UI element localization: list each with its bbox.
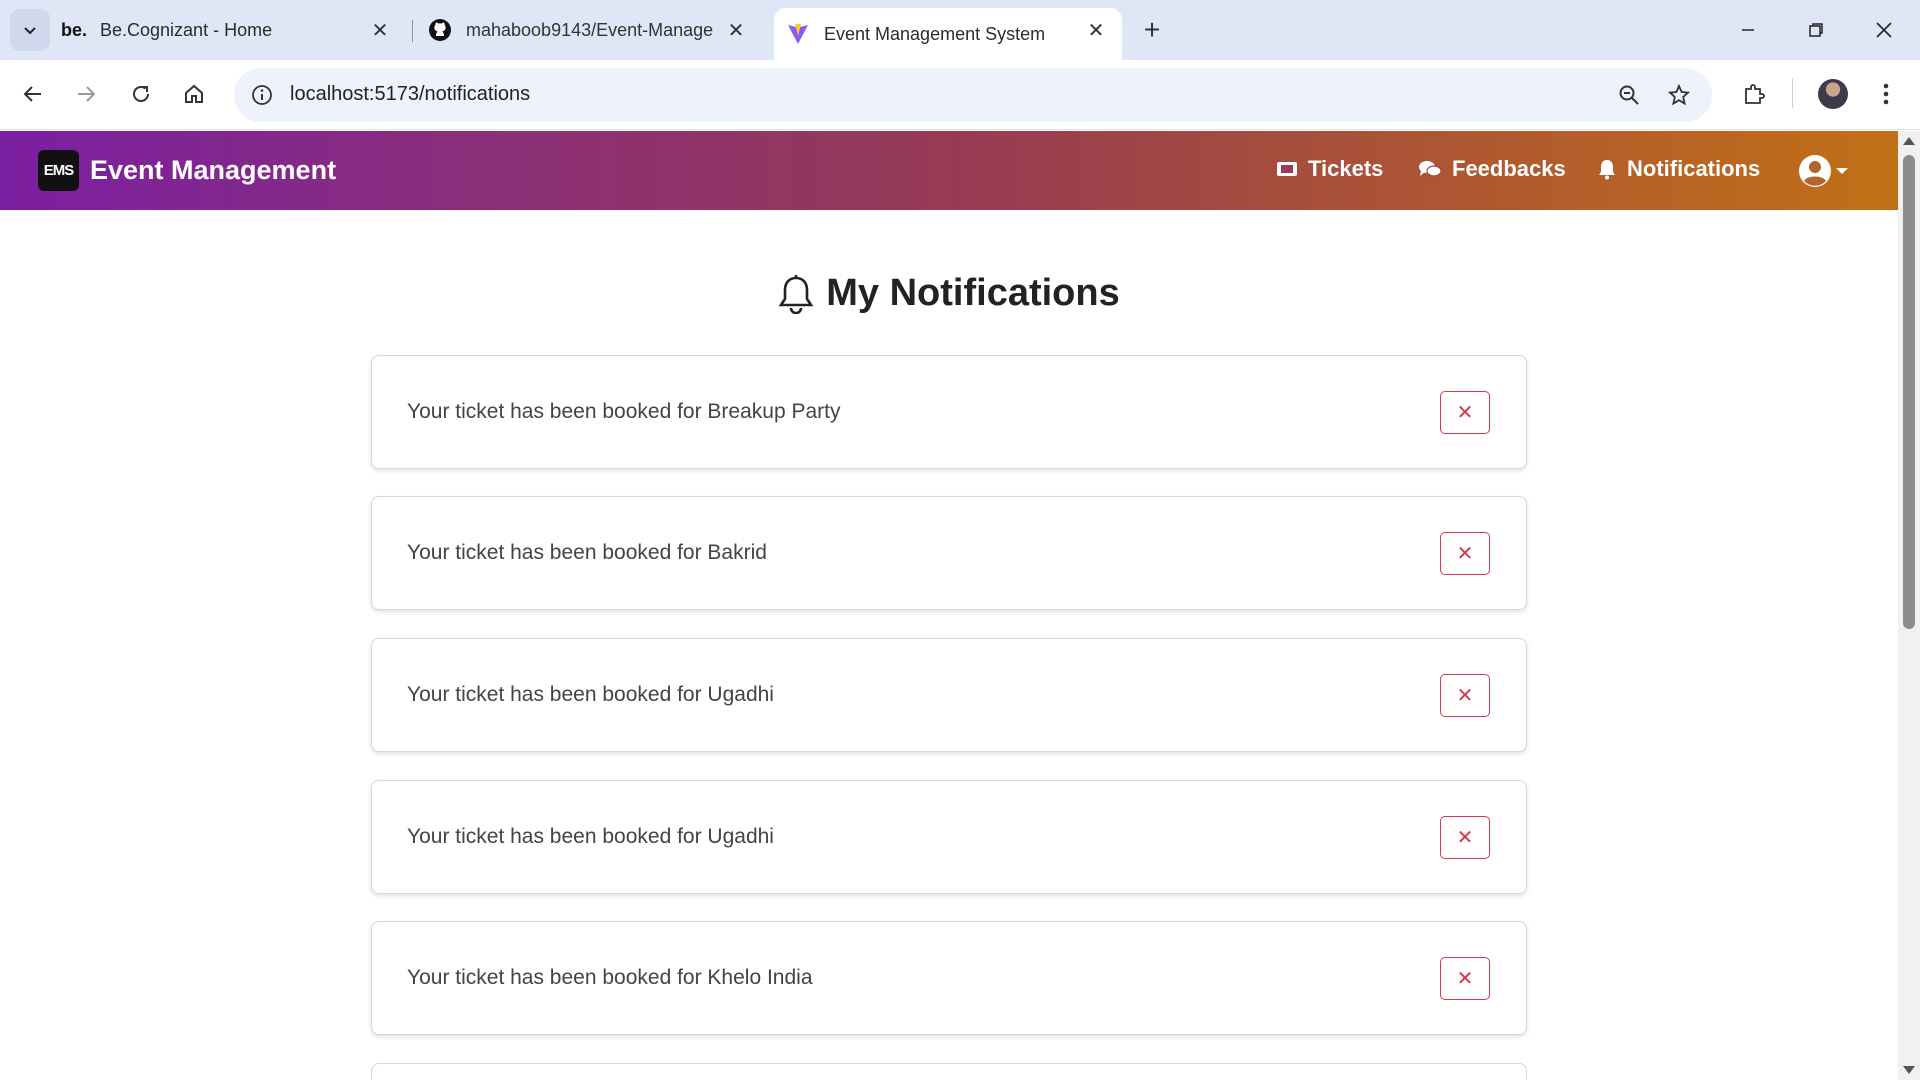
scroll-down-icon[interactable] bbox=[1903, 1066, 1915, 1074]
app-navbar: EMS Event Management Tickets Feedbacks N… bbox=[0, 131, 1898, 210]
notification-card: Your ticket has been booked for Ugadhi ✕ bbox=[371, 780, 1527, 894]
brand-link[interactable]: EMS Event Management bbox=[38, 150, 336, 191]
browser-tabstrip: be. Be.Cognizant - Home ✕ mahaboob9143/E… bbox=[0, 0, 1920, 60]
nav-tickets-label: Tickets bbox=[1308, 156, 1384, 181]
ticket-icon bbox=[1276, 160, 1298, 178]
new-tab-button[interactable]: + bbox=[1134, 12, 1170, 48]
github-icon bbox=[428, 18, 452, 42]
notification-card: Your ticket has been booked for Bakrid ✕ bbox=[371, 496, 1527, 610]
browser-menu-button[interactable] bbox=[1866, 74, 1906, 114]
toolbar-divider bbox=[1792, 78, 1793, 108]
page-heading: My Notifications bbox=[0, 272, 1898, 315]
kebab-menu-icon bbox=[1883, 83, 1889, 105]
brand-logo: EMS bbox=[38, 150, 79, 191]
delete-notification-button[interactable]: ✕ bbox=[1440, 957, 1490, 1000]
plus-icon: + bbox=[1143, 14, 1161, 45]
close-window-button[interactable] bbox=[1850, 0, 1918, 60]
arrow-left-icon bbox=[23, 86, 41, 102]
tab-search-button[interactable] bbox=[10, 9, 50, 51]
scrollbar-thumb[interactable] bbox=[1903, 155, 1915, 629]
tab-title: Event Management System bbox=[824, 23, 1046, 44]
tab-divider bbox=[412, 20, 413, 42]
scroll-up-icon[interactable] bbox=[1903, 137, 1915, 145]
reload-button[interactable] bbox=[121, 74, 161, 114]
bell-icon bbox=[778, 274, 814, 314]
nav-feedbacks-label: Feedbacks bbox=[1452, 156, 1566, 181]
minimize-icon bbox=[1742, 29, 1754, 31]
notification-message: Your ticket has been booked for Bakrid bbox=[407, 541, 767, 564]
forward-button[interactable] bbox=[66, 74, 106, 114]
delete-notification-button[interactable]: ✕ bbox=[1440, 816, 1490, 859]
bookmark-star-icon[interactable] bbox=[1664, 80, 1694, 110]
tab-becognizant[interactable]: be. Be.Cognizant - Home ✕ bbox=[61, 0, 406, 60]
nav-notifications[interactable]: Notifications bbox=[1597, 156, 1760, 182]
close-icon[interactable]: ✕ bbox=[1084, 18, 1108, 42]
user-circle-icon bbox=[1799, 155, 1831, 187]
browser-toolbar: localhost:5173/notifications bbox=[0, 60, 1920, 130]
notification-message: Your ticket has been booked for Breakup … bbox=[407, 400, 841, 423]
notification-card: Your ticket has been booked for Breakup … bbox=[371, 355, 1527, 469]
puzzle-icon bbox=[1745, 84, 1765, 104]
delete-notification-button[interactable]: ✕ bbox=[1440, 674, 1490, 717]
delete-notification-button[interactable]: ✕ bbox=[1440, 532, 1490, 575]
tab-event-management[interactable]: Event Management System ✕ bbox=[774, 8, 1122, 60]
home-button[interactable] bbox=[174, 74, 214, 114]
bell-icon bbox=[1597, 158, 1617, 180]
restore-button[interactable] bbox=[1782, 0, 1850, 60]
close-icon bbox=[1876, 22, 1892, 38]
minimize-button[interactable] bbox=[1714, 0, 1782, 60]
nav-notifications-label: Notifications bbox=[1627, 156, 1761, 181]
tab-title: mahaboob9143/Event-Manage bbox=[466, 19, 714, 40]
tab-title: Be.Cognizant - Home bbox=[100, 19, 273, 40]
notification-card: Your ticket has been booked for Ugadhi ✕ bbox=[371, 638, 1527, 752]
chevron-down-icon bbox=[24, 27, 36, 35]
vite-icon bbox=[786, 22, 810, 46]
extensions-button[interactable] bbox=[1734, 74, 1774, 114]
restore-icon bbox=[1809, 23, 1823, 37]
back-button[interactable] bbox=[13, 74, 53, 114]
close-icon[interactable]: ✕ bbox=[724, 18, 748, 42]
user-dropdown[interactable] bbox=[1798, 154, 1848, 188]
notification-card-partial bbox=[371, 1063, 1527, 1080]
notification-card: Your ticket has been booked for Khelo In… bbox=[371, 921, 1527, 1035]
address-bar[interactable]: localhost:5173/notifications bbox=[234, 68, 1712, 122]
home-icon bbox=[185, 84, 203, 103]
zoom-icon[interactable] bbox=[1614, 80, 1644, 110]
delete-notification-button[interactable]: ✕ bbox=[1440, 391, 1490, 434]
caret-down-icon bbox=[1836, 168, 1848, 174]
page-scrollbar[interactable] bbox=[1898, 131, 1920, 1080]
notification-message: Your ticket has been booked for Ugadhi bbox=[407, 683, 774, 706]
close-icon[interactable]: ✕ bbox=[368, 18, 392, 42]
be-favicon-icon: be. bbox=[61, 19, 88, 40]
brand-name: Event Management bbox=[90, 155, 337, 185]
profile-button[interactable] bbox=[1813, 74, 1853, 114]
url-text[interactable]: localhost:5173/notifications bbox=[290, 83, 530, 106]
page-title: My Notifications bbox=[826, 272, 1120, 314]
notification-message: Your ticket has been booked for Ugadhi bbox=[407, 825, 774, 848]
nav-feedbacks[interactable]: Feedbacks bbox=[1418, 156, 1566, 182]
site-info-icon[interactable] bbox=[248, 81, 276, 109]
tab-github[interactable]: mahaboob9143/Event-Manage ✕ bbox=[428, 0, 762, 60]
comments-icon bbox=[1418, 159, 1442, 179]
arrow-right-icon bbox=[78, 86, 96, 102]
reload-icon bbox=[133, 85, 149, 102]
nav-tickets[interactable]: Tickets bbox=[1276, 156, 1383, 182]
avatar bbox=[1818, 79, 1848, 109]
notification-message: Your ticket has been booked for Khelo In… bbox=[407, 966, 813, 989]
